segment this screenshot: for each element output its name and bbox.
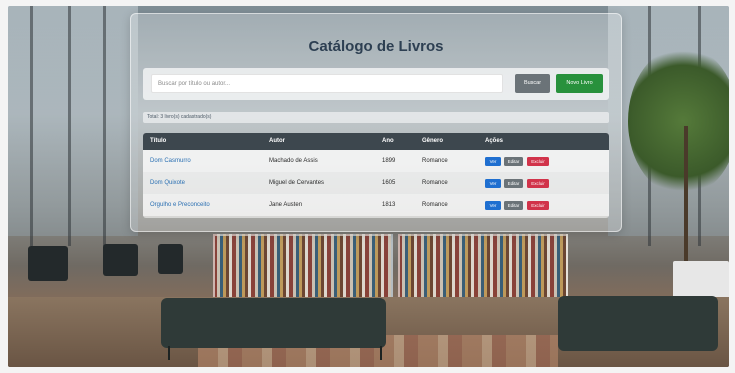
header-acoes: Ações xyxy=(485,138,504,144)
table-row: Dom Casmurro Machado de Assis 1899 Roman… xyxy=(143,150,609,172)
book-genre: Romance xyxy=(422,202,448,208)
table-header: Título Autor Ano Gênero Ações xyxy=(143,133,609,150)
search-panel: Buscar por título ou autor... Buscar Nov… xyxy=(143,68,609,100)
view-button[interactable]: Ver xyxy=(485,179,501,188)
book-title-link[interactable]: Dom Quixote xyxy=(150,172,185,194)
book-year: 1605 xyxy=(382,180,396,186)
search-button[interactable]: Buscar xyxy=(515,74,550,93)
table-row: Orgulho e Preconceito Jane Austen 1813 R… xyxy=(143,194,609,216)
delete-button[interactable]: Excluir xyxy=(527,201,549,210)
new-book-button[interactable]: Novo Livro xyxy=(556,74,603,93)
catalog-card: Catálogo de Livros Buscar por título ou … xyxy=(130,13,622,232)
header-genero: Gênero xyxy=(422,138,444,144)
book-genre: Romance xyxy=(422,158,448,164)
book-title-link[interactable]: Dom Casmurro xyxy=(150,150,191,172)
search-input[interactable]: Buscar por título ou autor... xyxy=(151,74,503,93)
header-titulo: Título xyxy=(150,138,167,144)
page-title: Catálogo de Livros xyxy=(308,38,444,55)
book-year: 1813 xyxy=(382,202,396,208)
view-button[interactable]: Ver xyxy=(485,157,501,166)
book-author: Miguel de Cervantes xyxy=(269,180,325,186)
table-row: Dom Quixote Miguel de Cervantes 1605 Rom… xyxy=(143,172,609,194)
edit-button[interactable]: Editar xyxy=(504,201,523,210)
header-autor: Autor xyxy=(269,138,285,144)
book-author: Machado de Assis xyxy=(269,158,318,164)
delete-button[interactable]: Excluir xyxy=(527,157,549,166)
edit-button[interactable]: Editar xyxy=(504,157,523,166)
delete-button[interactable]: Excluir xyxy=(527,179,549,188)
book-year: 1899 xyxy=(382,158,396,164)
total-count-label: Total: 3 livro(s) cadastrado(s) xyxy=(143,112,609,123)
book-genre: Romance xyxy=(422,180,448,186)
header-ano: Ano xyxy=(382,138,394,144)
books-table: Título Autor Ano Gênero Ações Dom Casmur… xyxy=(143,133,609,218)
edit-button[interactable]: Editar xyxy=(504,179,523,188)
book-author: Jane Austen xyxy=(269,202,303,208)
view-button[interactable]: Ver xyxy=(485,201,501,210)
book-title-link[interactable]: Orgulho e Preconceito xyxy=(150,194,210,216)
